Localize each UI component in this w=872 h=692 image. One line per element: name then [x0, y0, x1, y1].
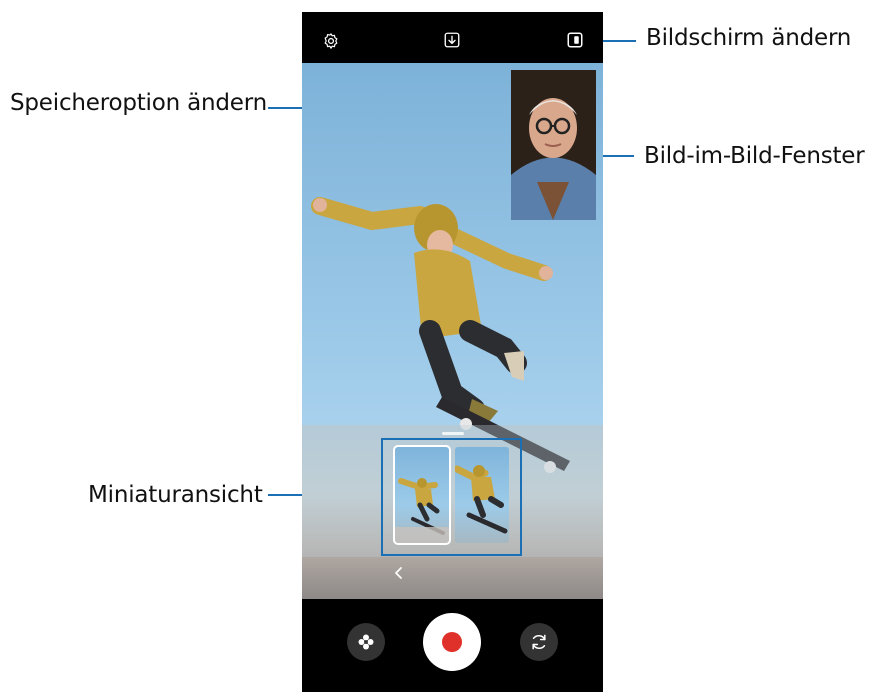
pip-person-image: [511, 70, 596, 220]
collapse-button[interactable]: [392, 565, 406, 579]
camera-screen: [302, 12, 603, 692]
callout-change-screen-label: Bildschirm ändern: [646, 25, 852, 51]
screen-layout-icon: [567, 32, 583, 48]
change-screen-button[interactable]: [564, 29, 586, 51]
thumbnail-highlight-frame: [381, 438, 522, 556]
effects-button[interactable]: [347, 623, 385, 661]
record-icon: [442, 632, 462, 652]
pip-window[interactable]: [511, 70, 596, 220]
bottom-controls: [302, 599, 603, 692]
top-bar: [302, 12, 603, 63]
callout-thumbnail-label: Miniaturansicht: [88, 482, 263, 508]
gear-icon: [324, 33, 338, 49]
callout-pip-window-label: Bild-im-Bild-Fenster: [644, 143, 865, 169]
switch-camera-icon: [532, 634, 546, 650]
save-option-button[interactable]: [441, 29, 463, 51]
flower-icon: [358, 634, 374, 650]
settings-button[interactable]: [318, 28, 344, 54]
download-icon: [444, 32, 460, 48]
record-button[interactable]: [423, 613, 481, 671]
thumbnail-handle[interactable]: [442, 432, 464, 435]
callout-save-option-label: Speicheroption ändern: [10, 90, 267, 116]
switch-camera-button[interactable]: [520, 623, 558, 661]
chevron-left-icon: [395, 567, 402, 579]
